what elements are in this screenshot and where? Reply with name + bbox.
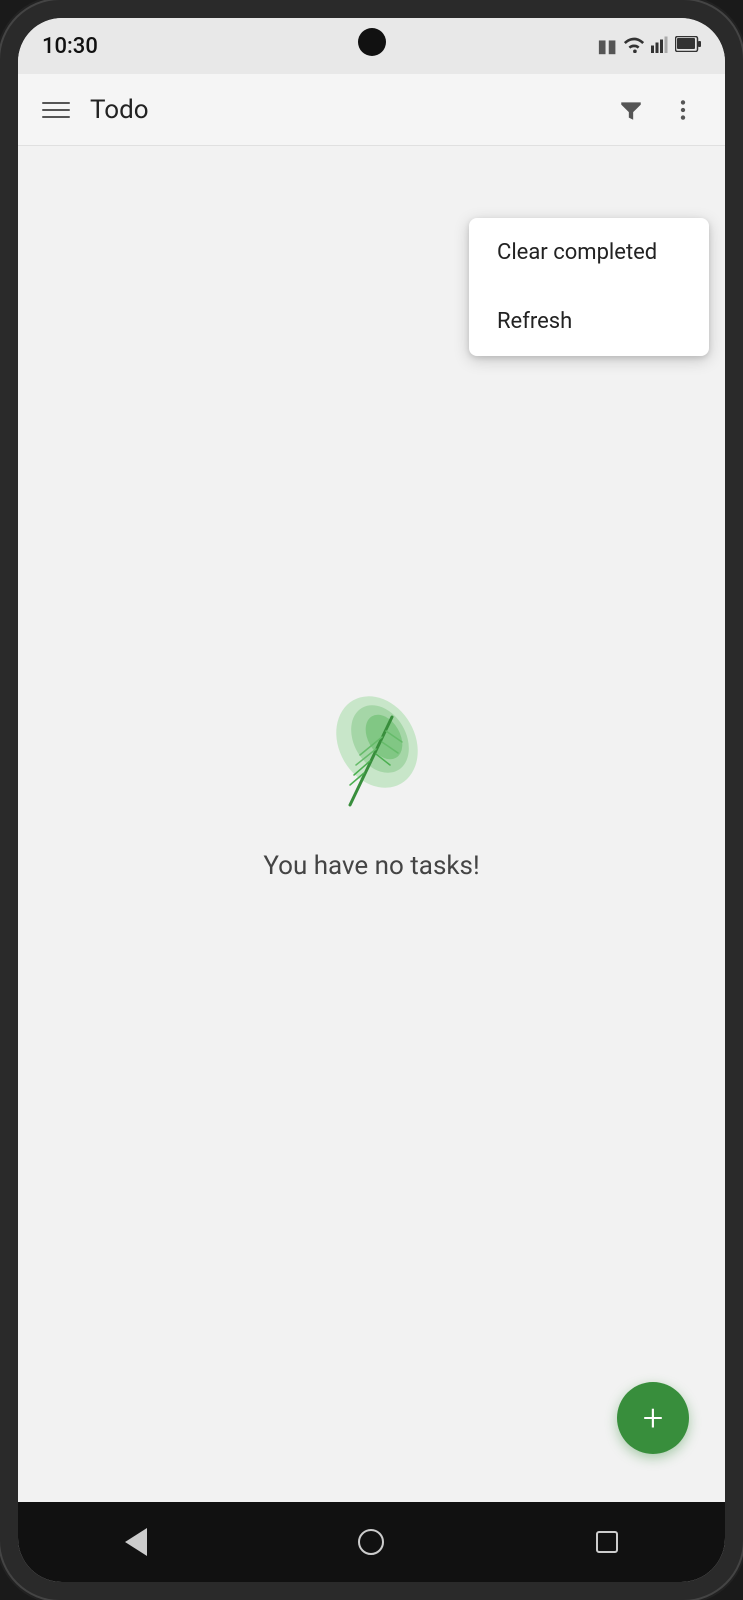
home-button[interactable] — [341, 1512, 401, 1572]
empty-state-text: You have no tasks! — [263, 851, 479, 881]
add-task-button[interactable]: + — [617, 1382, 689, 1454]
nav-bar — [18, 1502, 725, 1582]
filter-icon[interactable] — [609, 88, 653, 132]
phone-screen: 10:30 ▮▮ — [18, 18, 725, 1582]
battery-icon — [675, 36, 701, 56]
clear-completed-item[interactable]: Clear completed — [469, 218, 709, 287]
back-icon — [125, 1528, 147, 1556]
hamburger-icon[interactable] — [38, 92, 74, 128]
back-button[interactable] — [106, 1512, 166, 1572]
signal-icon — [651, 35, 669, 57]
app-bar: Todo — [18, 74, 725, 146]
main-content: Clear completed Refresh — [18, 146, 725, 1502]
add-icon: + — [643, 1400, 663, 1436]
status-icons: ▮▮ — [597, 35, 701, 57]
home-icon — [358, 1529, 384, 1555]
camera-notch — [358, 28, 386, 56]
feather-icon — [302, 687, 442, 827]
wifi-icon — [623, 35, 645, 57]
phone-frame: 10:30 ▮▮ — [0, 0, 743, 1600]
sim-icon: ▮▮ — [597, 36, 617, 57]
refresh-item[interactable]: Refresh — [469, 287, 709, 356]
more-vertical-icon[interactable] — [661, 88, 705, 132]
recents-icon — [596, 1531, 618, 1553]
app-title: Todo — [90, 95, 609, 125]
recents-button[interactable] — [577, 1512, 637, 1572]
app-bar-actions — [609, 88, 705, 132]
status-bar: 10:30 ▮▮ — [18, 18, 725, 74]
dropdown-menu: Clear completed Refresh — [469, 218, 709, 356]
empty-state: You have no tasks! — [263, 687, 479, 881]
status-time: 10:30 — [42, 34, 98, 59]
